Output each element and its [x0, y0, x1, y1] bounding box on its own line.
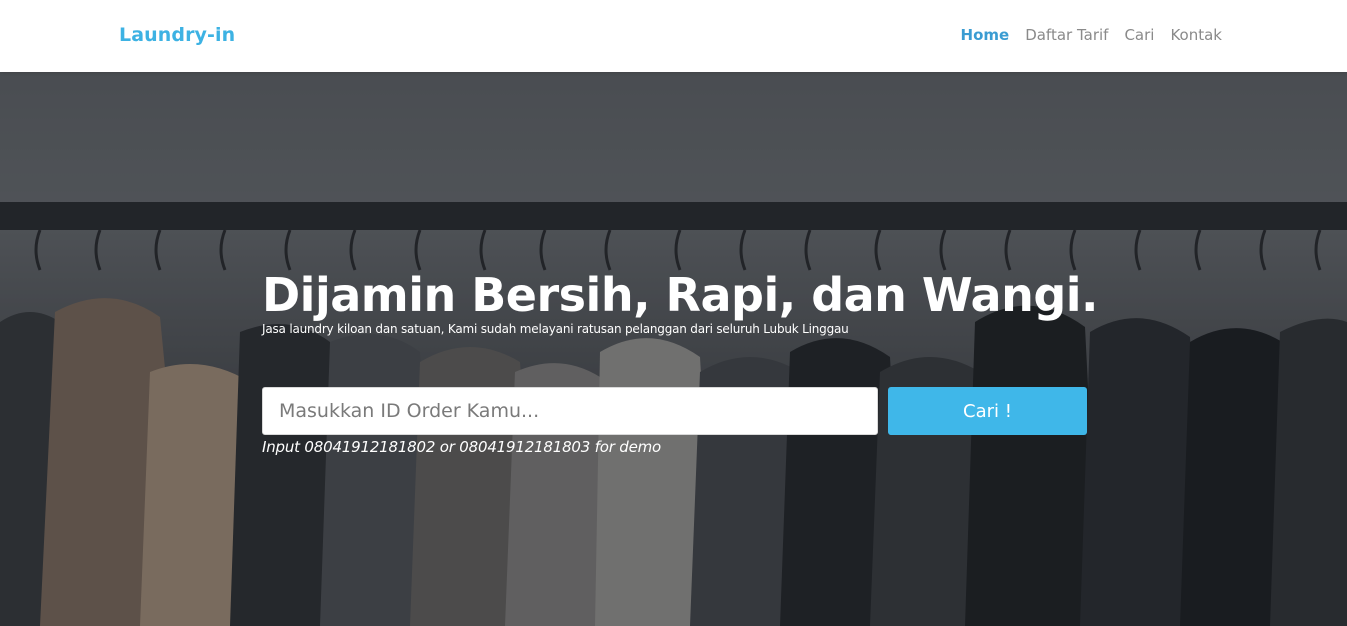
nav-link-cari[interactable]: Cari — [1124, 26, 1154, 44]
search-button[interactable]: Cari ! — [888, 387, 1087, 435]
hero-title: Dijamin Bersih, Rapi, dan Wangi. — [262, 268, 1099, 322]
navbar: Laundry-in Home Daftar Tarif Cari Kontak — [0, 0, 1347, 72]
hero-section: Dijamin Bersih, Rapi, dan Wangi. Jasa la… — [0, 72, 1347, 626]
brand-logo[interactable]: Laundry-in — [119, 24, 235, 46]
order-id-search-input[interactable] — [262, 387, 878, 435]
hero-overlay — [0, 72, 1347, 626]
nav-link-daftar-tarif[interactable]: Daftar Tarif — [1025, 26, 1108, 44]
nav-link-kontak[interactable]: Kontak — [1170, 26, 1222, 44]
demo-hint-text: Input 08041912181802 or 08041912181803 f… — [262, 438, 662, 456]
nav-links: Home Daftar Tarif Cari Kontak — [961, 26, 1222, 44]
hero-subtitle: Jasa laundry kiloan dan satuan, Kami sud… — [262, 322, 849, 336]
nav-link-home[interactable]: Home — [961, 26, 1010, 44]
